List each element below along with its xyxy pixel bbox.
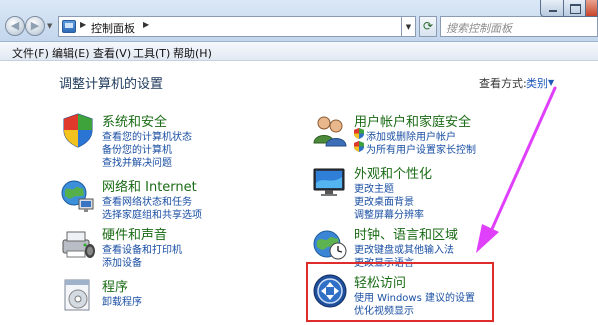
link-homegroup-sharing[interactable]: 选择家庭组和共享选项 [102, 206, 202, 221]
highlight-box [306, 262, 494, 322]
link-add-device[interactable]: 添加设备 [102, 254, 142, 269]
refresh-button[interactable]: ⟳ [419, 16, 437, 37]
recent-pages-dropdown-icon[interactable]: ▼ [47, 22, 55, 30]
category-appearance: 外观和个性化 更改主题 更改桌面背景 调整屏幕分辨率 [311, 163, 511, 221]
page-title: 调整计算机的设置 [59, 77, 164, 92]
menu-help[interactable]: 帮助(H) [173, 45, 212, 61]
breadcrumb-arrow-icon[interactable]: ▶ [143, 20, 149, 29]
back-button[interactable]: ◀ [5, 16, 25, 36]
menu-edit[interactable]: 编辑(E) [52, 45, 90, 61]
hardware-sound-icon [62, 231, 95, 258]
control-panel-icon [62, 20, 76, 33]
category-system-security: 系统和安全 查看您的计算机状态 备份您的计算机 查找并解决问题 [59, 111, 259, 169]
network-icon [61, 180, 94, 212]
breadcrumb-arrow-icon[interactable]: ▶ [80, 20, 86, 29]
category-hardware-sound: 硬件和声音 查看设备和打印机 添加设备 [59, 224, 259, 269]
view-by-dropdown[interactable]: 类别 [526, 75, 548, 91]
maximize-button[interactable] [564, 0, 586, 17]
breadcrumb-control-panel[interactable]: 控制面板 [91, 20, 135, 36]
close-button[interactable] [586, 0, 598, 17]
category-user-accounts: 用户帐户和家庭安全 添加或删除用户帐户 为所有用户设置家长控制 [311, 111, 511, 156]
menu-bar: 文件(F) 编辑(E) 查看(V) 工具(T) 帮助(H) [0, 42, 598, 61]
view-by-caret-icon[interactable]: ▼ [548, 78, 554, 87]
uac-shield-icon [354, 128, 364, 139]
category-network-internet: 网络和 Internet 查看网络状态和任务 选择家庭组和共享选项 [59, 176, 259, 221]
link-parental-controls[interactable]: 为所有用户设置家长控制 [366, 141, 476, 156]
link-uninstall-program[interactable]: 卸载程序 [102, 293, 142, 308]
user-accounts-icon [313, 116, 347, 147]
address-field[interactable]: ▶ 控制面板 ▶ [58, 16, 402, 37]
menu-tools[interactable]: 工具(T) [133, 45, 170, 61]
menu-file[interactable]: 文件(F) [12, 45, 49, 61]
menu-view[interactable]: 查看(V) [93, 45, 131, 61]
forward-button[interactable]: ▶ [25, 16, 45, 36]
system-security-icon [63, 113, 93, 148]
search-input[interactable]: 搜索控制面板 [440, 16, 598, 37]
appearance-icon [313, 168, 345, 196]
clock-language-icon [313, 230, 347, 260]
programs-icon [64, 279, 90, 311]
view-by-label: 查看方式: [479, 77, 527, 90]
link-troubleshoot[interactable]: 查找并解决问题 [102, 154, 172, 169]
minimize-button[interactable] [540, 0, 564, 17]
uac-shield-icon [354, 141, 364, 152]
address-bar: ◀ ▶ ▼ ▶ 控制面板 ▶ ▼ ⟳ 搜索控制面板 [0, 0, 598, 42]
address-dropdown-icon[interactable]: ▼ [402, 16, 416, 37]
link-screen-resolution[interactable]: 调整屏幕分辨率 [354, 206, 424, 221]
category-programs: 程序 卸载程序 [59, 276, 259, 316]
